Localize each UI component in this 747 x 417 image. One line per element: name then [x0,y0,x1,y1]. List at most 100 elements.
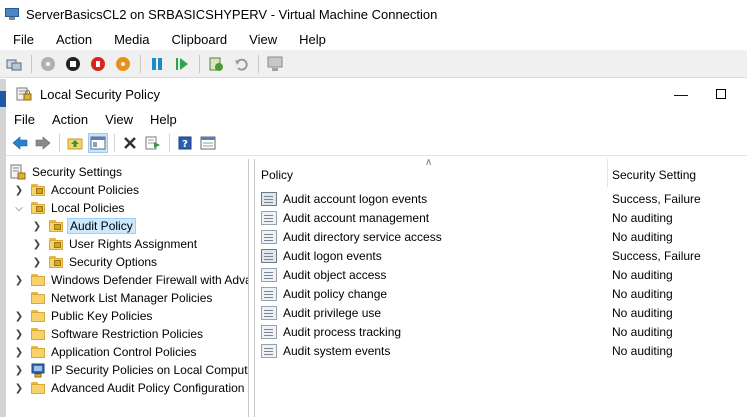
vm-menu-view[interactable]: View [236,32,286,47]
delete-x-icon [124,136,136,149]
export-list-button[interactable] [143,133,163,153]
mmc-toolbar: ? [6,130,747,156]
up-one-level-button[interactable] [65,133,85,153]
tree-item-account-policies[interactable]: ❯ Account Policies [14,181,141,199]
policy-name: Audit logon events [283,248,382,263]
tree-item-software-restriction-policies[interactable]: ❯ Software Restriction Policies [14,325,205,343]
policy-icon [261,324,277,339]
policy-icon [261,229,277,244]
forward-button[interactable] [33,133,53,153]
pause-button[interactable] [147,54,167,74]
column-header-security-setting[interactable]: Security Setting [612,159,696,187]
properties-button[interactable] [198,133,218,153]
ipsec-icon [31,363,45,378]
mmc-menu-file[interactable]: File [6,112,44,127]
export-list-icon [145,136,160,149]
vm-menu-bar: File Action Media Clipboard View Help [0,28,747,50]
folder-icon [30,291,46,305]
table-row[interactable]: Audit logon events Success, Failure [255,246,747,265]
table-row[interactable]: Audit directory service access No auditi… [255,227,747,246]
vm-title-bar: ServerBasicsCL2 on SRBASICSHYPERV - Virt… [0,0,747,28]
vm-menu-clipboard[interactable]: Clipboard [159,32,237,47]
tree-item-advanced-audit-policy-configuration[interactable]: ❯ Advanced Audit Policy Configuration [14,379,246,397]
table-row[interactable]: Audit object access No auditing [255,265,747,284]
folder-icon [30,381,46,395]
vm-menu-media[interactable]: Media [101,32,158,47]
tree-item-public-key-policies[interactable]: ❯ Public Key Policies [14,307,154,325]
chevron-right-icon[interactable]: ❯ [32,257,42,268]
back-button[interactable] [10,133,30,153]
table-row[interactable]: Audit privilege use No auditing [255,303,747,322]
chevron-right-icon[interactable]: ❯ [14,347,24,358]
chevron-right-icon[interactable]: ❯ [14,329,24,340]
chevron-down-icon[interactable]: ⌵ [14,203,24,214]
turn-off-icon [66,56,80,71]
folder-lock-icon [48,255,64,269]
chevron-right-icon[interactable]: ❯ [14,311,24,322]
mmc-menu-view[interactable]: View [97,112,142,127]
folder-lock-icon [48,219,64,233]
console-tree: Security Settings ❯ Account Policies ⌵ L… [6,159,249,417]
policy-name: Audit policy change [283,286,388,301]
tree-item-security-settings[interactable]: Security Settings [10,163,124,181]
turn-off-button[interactable] [63,54,83,74]
revert-button[interactable] [231,54,251,74]
tree-item-label: Software Restriction Policies [51,327,204,341]
policy-enabled-icon [261,248,277,263]
chevron-right-icon[interactable]: ❯ [32,221,42,232]
save-state-button[interactable] [113,54,133,74]
tree-item-windows-defender-firewall[interactable]: ❯ Windows Defender Firewall with Adva [14,271,249,289]
tree-item-security-options[interactable]: ❯ Security Options [32,253,159,271]
chevron-right-icon[interactable]: ❯ [14,185,24,196]
tree-item-application-control-policies[interactable]: ❯ Application Control Policies [14,343,198,361]
column-divider[interactable] [607,159,608,187]
vm-menu-help[interactable]: Help [286,32,335,47]
tree-item-label: Advanced Audit Policy Configuration [51,381,245,395]
table-row[interactable]: Audit account logon events Success, Fail… [255,189,747,208]
mmc-menu-action[interactable]: Action [44,112,97,127]
table-row[interactable]: Audit process tracking No auditing [255,322,747,341]
tree-item-label: Windows Defender Firewall with Adva [51,273,249,287]
maximize-button[interactable] [701,79,741,109]
tree-item-ip-security-policies[interactable]: ❯ IP Security Policies on Local Compute [14,361,249,379]
tree-item-network-list-manager-policies[interactable]: Network List Manager Policies [14,289,214,307]
start-button[interactable] [38,54,58,74]
chevron-right-icon[interactable]: ❯ [14,383,24,394]
minimize-button[interactable]: — [661,79,701,109]
enhanced-session-button[interactable] [265,54,285,74]
reset-button[interactable] [172,54,192,74]
vm-menu-file[interactable]: File [0,32,43,47]
tree-item-local-policies[interactable]: ⌵ Local Policies [14,199,126,217]
delete-button[interactable] [120,133,140,153]
tree-item-user-rights-assignment[interactable]: ❯ User Rights Assignment [32,235,199,253]
shutdown-icon [91,56,105,71]
policy-name: Audit system events [283,343,391,358]
table-row[interactable]: Audit account management No auditing [255,208,747,227]
table-row[interactable]: Audit policy change No auditing [255,284,747,303]
policy-name: Audit account logon events [283,191,428,206]
tree-item-label: IP Security Policies on Local Compute [51,363,249,377]
monitor-icon [4,7,20,21]
ctrl-alt-del-button[interactable] [4,54,24,74]
play-icon [176,57,188,70]
folder-lock-icon [48,237,64,251]
policy-icon [261,343,277,358]
show-hide-console-tree-button[interactable] [88,132,108,153]
policy-name: Audit process tracking [283,324,402,339]
chevron-right-icon[interactable]: ❯ [14,275,24,286]
mmc-title-bar: Local Security Policy — [6,79,747,109]
ctrl-alt-del-icon [6,59,22,70]
tree-item-audit-policy[interactable]: ❯ Audit Policy [32,217,136,235]
checkpoint-button[interactable] [206,54,226,74]
table-row[interactable]: Audit system events No auditing [255,341,747,360]
shutdown-button[interactable] [88,54,108,74]
chevron-right-icon[interactable]: ❯ [14,365,24,376]
column-header-label: Security Setting [612,168,697,182]
undo-icon [235,58,248,71]
help-button[interactable]: ? [175,133,195,153]
vm-toolbar [0,50,747,78]
column-header-policy[interactable]: Policy [261,159,293,187]
chevron-right-icon[interactable]: ❯ [32,239,42,250]
vm-menu-action[interactable]: Action [43,32,101,47]
mmc-menu-help[interactable]: Help [142,112,186,127]
